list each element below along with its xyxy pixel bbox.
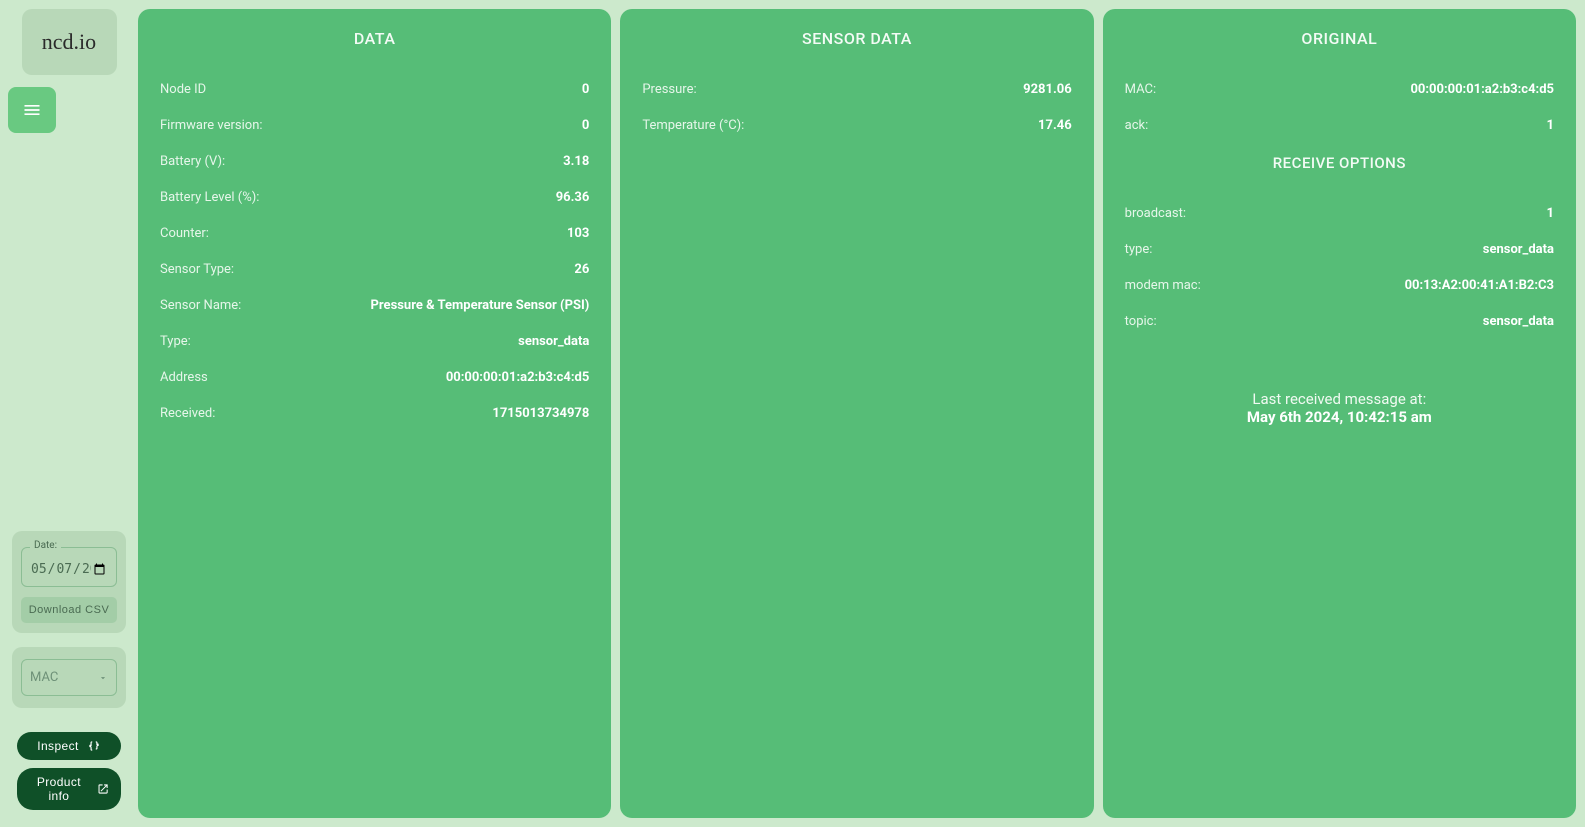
- data-row: Received: 1715013734978: [160, 396, 589, 432]
- data-row: Sensor Name: Pressure & Temperature Senso…: [160, 288, 589, 324]
- date-card: Date: Download CSV: [12, 531, 126, 633]
- inspect-button[interactable]: Inspect: [17, 732, 121, 760]
- mac-select[interactable]: MAC: [21, 659, 117, 696]
- inspect-button-label: Inspect: [37, 739, 79, 753]
- row-label: Sensor Name:: [160, 298, 241, 313]
- download-csv-button[interactable]: Download CSV: [21, 597, 117, 623]
- data-row: MAC: 00:00:00:01:a2:b3:c4:d5: [1125, 72, 1554, 108]
- product-info-button-label: Product info: [29, 775, 89, 803]
- data-row: ack: 1: [1125, 108, 1554, 144]
- sidebar-spacer: [12, 133, 126, 531]
- data-row: type: sensor_data: [1125, 232, 1554, 268]
- data-row: Sensor Type: 26: [160, 252, 589, 288]
- panel-original-rows-bottom: broadcast:1type:sensor_datamodem mac:00:…: [1125, 196, 1554, 340]
- date-input[interactable]: [30, 561, 108, 578]
- data-row: Address 00:00:00:01:a2:b3:c4:d5: [160, 360, 589, 396]
- row-value: 1: [1547, 206, 1554, 221]
- data-row: Battery Level (%): 96.36: [160, 180, 589, 216]
- data-row: Pressure: 9281.06: [642, 72, 1071, 108]
- panel-original: ORIGINAL MAC: 00:00:00:01:a2:b3:c4:d5 ack:…: [1103, 9, 1576, 818]
- data-row: Counter: 103: [160, 216, 589, 252]
- mac-card: MAC: [12, 647, 126, 708]
- row-label: Temperature (°C):: [642, 118, 744, 133]
- open-in-new-icon: [97, 782, 109, 796]
- panel-data: DATA Node ID 0 Firmware version: 0 Battery (…: [138, 9, 611, 818]
- row-value: sensor_data: [1483, 242, 1554, 257]
- data-row: modem mac: 00:13:A2:00:41:A1:B2:C3: [1125, 268, 1554, 304]
- row-label: Address: [160, 370, 208, 385]
- row-value: 00:13:A2:00:41:A1:B2:C3: [1405, 278, 1554, 293]
- row-value: 96.36: [556, 190, 590, 205]
- row-label: broadcast:: [1125, 206, 1186, 221]
- hamburger-icon: [22, 100, 42, 120]
- data-row: Node ID 0: [160, 72, 589, 108]
- data-row: Type: sensor_data: [160, 324, 589, 360]
- row-label: Firmware version:: [160, 118, 263, 133]
- panel-data-title: DATA: [160, 29, 589, 48]
- row-value: sensor_data: [1483, 314, 1554, 329]
- data-row: Temperature (°C): 17.46: [642, 108, 1071, 144]
- row-value: 0: [582, 118, 589, 133]
- row-label: Battery (V):: [160, 154, 225, 169]
- row-label: Battery Level (%):: [160, 190, 259, 205]
- panel-original-title: ORIGINAL: [1125, 29, 1554, 48]
- last-message: Last received message at: May 6th 2024, …: [1125, 390, 1554, 426]
- row-value: 17.46: [1038, 118, 1072, 133]
- row-label: ack:: [1125, 118, 1149, 133]
- row-value: 00:00:00:01:a2:b3:c4:d5: [1410, 82, 1554, 97]
- row-label: Received:: [160, 406, 215, 421]
- date-field-legend: Date:: [30, 540, 61, 551]
- data-row: topic: sensor_data: [1125, 304, 1554, 340]
- data-row: broadcast: 1: [1125, 196, 1554, 232]
- row-value: 103: [567, 226, 589, 241]
- date-field[interactable]: Date:: [21, 547, 117, 587]
- data-row: Battery (V): 3.18: [160, 144, 589, 180]
- row-value: 3.18: [563, 154, 589, 169]
- row-label: Type:: [160, 334, 191, 349]
- row-value: 1715013734978: [492, 406, 589, 421]
- panel-sensor-rows: Pressure: 9281.06 Temperature (°C): 17.46: [642, 72, 1071, 144]
- chevron-down-icon: [98, 673, 108, 683]
- row-label: topic:: [1125, 314, 1157, 329]
- product-info-button[interactable]: Product info: [17, 768, 121, 810]
- row-value: 00:00:00:01:a2:b3:c4:d5: [446, 370, 590, 385]
- row-value: 0: [582, 82, 589, 97]
- braces-icon: [87, 739, 101, 753]
- menu-toggle-button[interactable]: [8, 87, 56, 133]
- row-label: Pressure:: [642, 82, 696, 97]
- panel-sensor-title: SENSOR DATA: [642, 29, 1071, 48]
- row-value: 1: [1547, 118, 1554, 133]
- last-message-time: May 6th 2024, 10:42:15 am: [1125, 408, 1554, 426]
- panel-data-rows: Node ID 0 Firmware version: 0 Battery (V): 3.…: [160, 72, 589, 432]
- row-value: 26: [574, 262, 589, 277]
- last-message-label: Last received message at:: [1125, 390, 1554, 408]
- row-label: MAC:: [1125, 82, 1156, 97]
- panel-original-rows-top: MAC: 00:00:00:01:a2:b3:c4:d5 ack: 1: [1125, 72, 1554, 144]
- row-label: type:: [1125, 242, 1153, 257]
- row-label: Sensor Type:: [160, 262, 234, 277]
- data-row: Firmware version: 0: [160, 108, 589, 144]
- mac-select-label: MAC: [30, 670, 58, 685]
- panel-sensor: SENSOR DATA Pressure: 9281.06 Temperature …: [620, 9, 1093, 818]
- logo-text: ncd.io: [42, 29, 96, 55]
- row-value: Pressure & Temperature Sensor (PSI): [371, 298, 590, 313]
- row-value: 9281.06: [1023, 82, 1072, 97]
- row-value: sensor_data: [518, 334, 589, 349]
- sidebar: ncd.io Date: Download CSV MAC Inspect Pr…: [0, 0, 138, 827]
- main: DATA Node ID 0 Firmware version: 0 Battery (…: [138, 9, 1576, 818]
- row-label: modem mac:: [1125, 278, 1201, 293]
- logo: ncd.io: [22, 9, 117, 75]
- row-label: Counter:: [160, 226, 209, 241]
- panel-original-subtitle: RECEIVE OPTIONS: [1125, 154, 1554, 172]
- row-label: Node ID: [160, 82, 206, 97]
